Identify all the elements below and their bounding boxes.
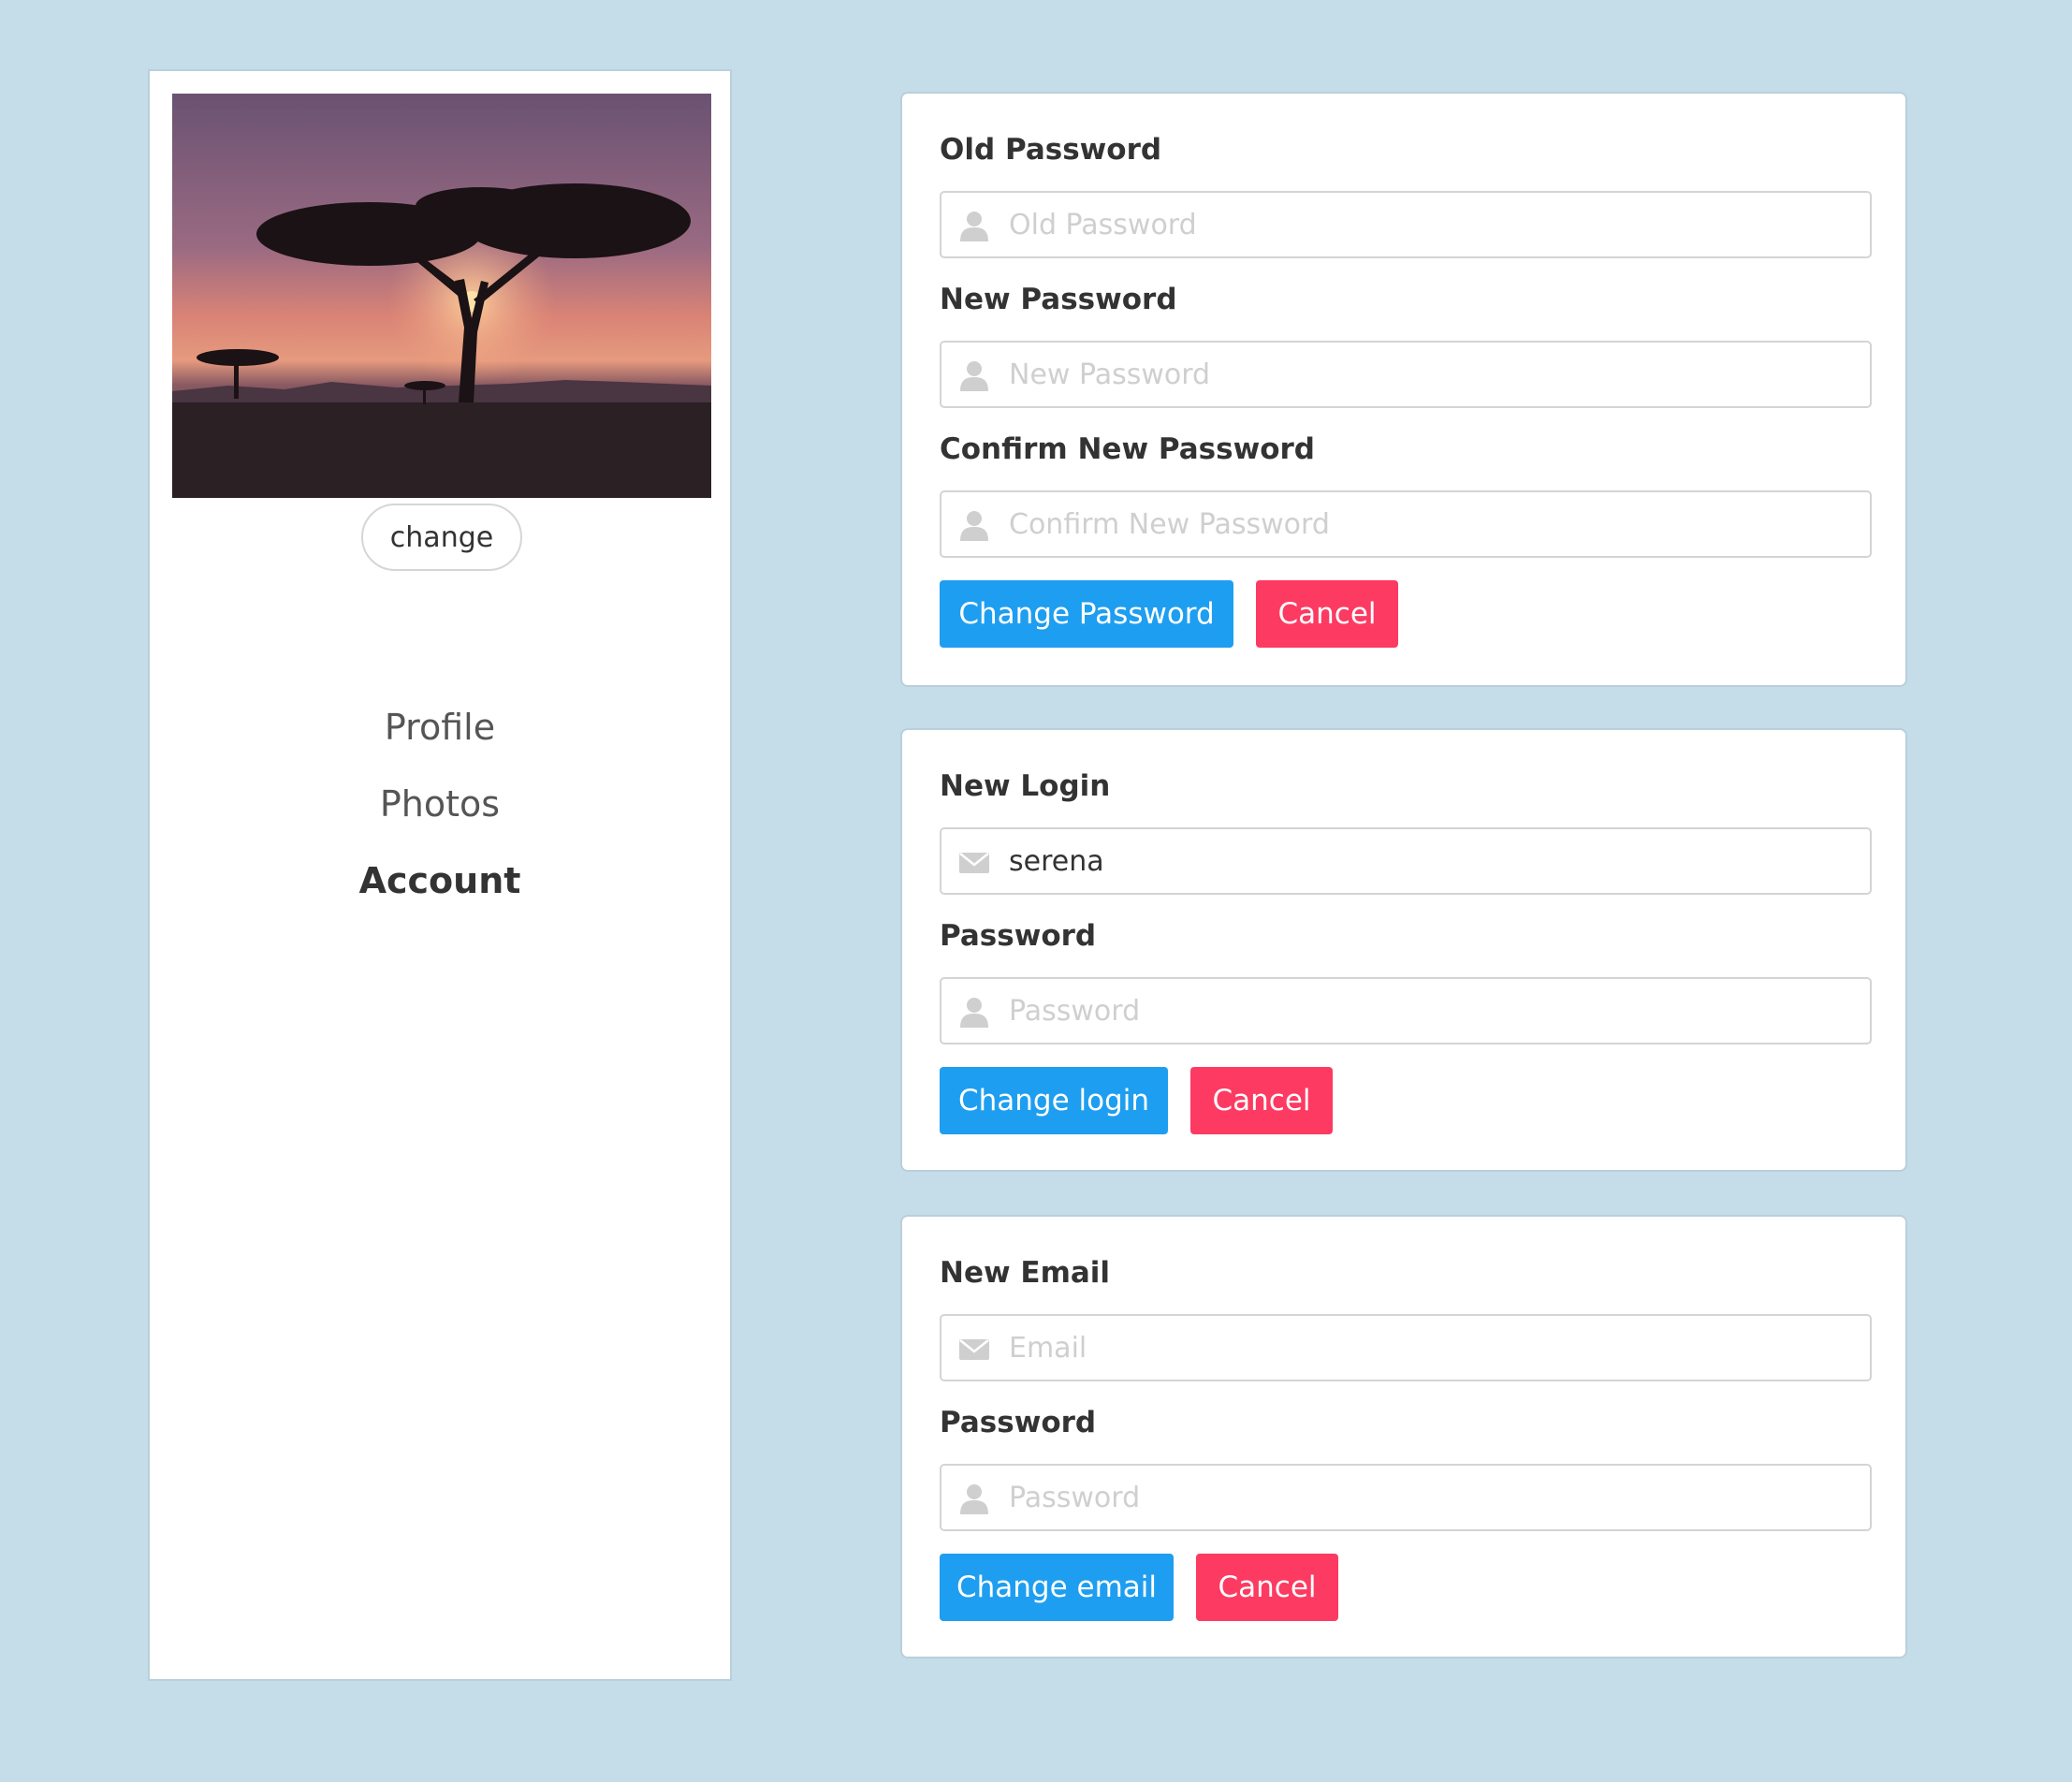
confirm-password-input[interactable]: [1009, 492, 1851, 556]
email-password-field: [940, 1464, 1872, 1531]
user-icon: [958, 359, 990, 391]
change-photo-button[interactable]: change: [361, 504, 522, 571]
email-password-label: Password: [940, 1406, 1097, 1439]
login-password-label: Password: [940, 919, 1097, 953]
cancel-password-button[interactable]: Cancel: [1256, 580, 1398, 648]
change-login-button[interactable]: Change login: [940, 1067, 1168, 1134]
new-password-input[interactable]: [1009, 343, 1851, 406]
change-password-card: Old Password New Password Confirm New Pa…: [900, 92, 1907, 687]
envelope-icon: [958, 846, 990, 878]
email-password-input[interactable]: [1009, 1466, 1851, 1529]
sidebar-nav: Profile Photos Account: [150, 689, 730, 919]
sidebar-item-account[interactable]: Account: [150, 842, 730, 919]
new-email-field: [940, 1314, 1872, 1381]
user-icon: [958, 996, 990, 1028]
cancel-login-button[interactable]: Cancel: [1190, 1067, 1333, 1134]
user-icon: [958, 1483, 990, 1514]
new-email-input[interactable]: [1009, 1316, 1851, 1380]
new-login-input[interactable]: [1009, 829, 1851, 893]
user-icon: [958, 509, 990, 541]
change-password-button[interactable]: Change Password: [940, 580, 1233, 648]
profile-photo: [172, 94, 711, 498]
old-password-label: Old Password: [940, 133, 1162, 167]
confirm-password-field: [940, 490, 1872, 558]
sidebar: change Profile Photos Account: [148, 69, 732, 1681]
old-password-field: [940, 191, 1872, 258]
user-icon: [958, 210, 990, 241]
old-password-input[interactable]: [1009, 193, 1851, 256]
new-login-label: New Login: [940, 769, 1111, 803]
cancel-email-button[interactable]: Cancel: [1196, 1554, 1338, 1621]
new-password-label: New Password: [940, 283, 1177, 316]
login-password-field: [940, 977, 1872, 1044]
new-password-field: [940, 341, 1872, 408]
envelope-icon: [958, 1333, 990, 1365]
change-login-card: New Login Password Change login Cancel: [900, 728, 1907, 1172]
confirm-password-label: Confirm New Password: [940, 432, 1316, 466]
new-email-label: New Email: [940, 1256, 1111, 1290]
sidebar-item-profile[interactable]: Profile: [150, 689, 730, 766]
sidebar-item-photos[interactable]: Photos: [150, 766, 730, 842]
change-email-button[interactable]: Change email: [940, 1554, 1174, 1621]
change-email-card: New Email Password Change email Cancel: [900, 1215, 1907, 1658]
login-password-input[interactable]: [1009, 979, 1851, 1043]
new-login-field: [940, 827, 1872, 895]
